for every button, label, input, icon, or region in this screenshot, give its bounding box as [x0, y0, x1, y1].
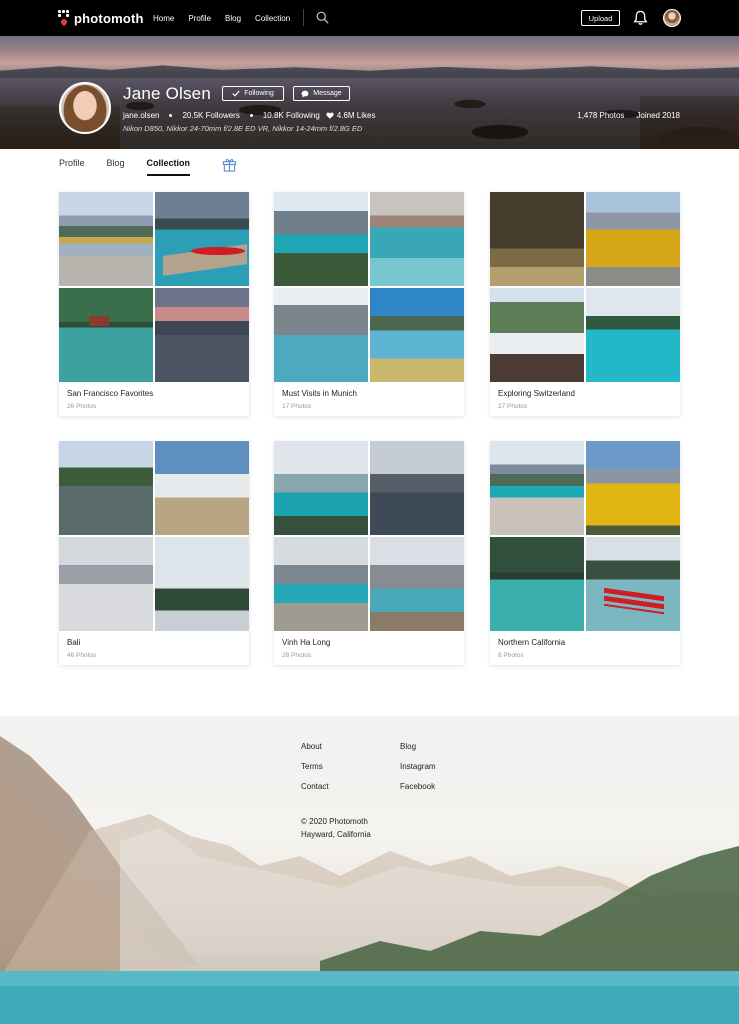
tab-blog[interactable]: Blog	[107, 158, 125, 174]
profile-username: jane.olsen	[123, 111, 160, 120]
bell-icon[interactable]	[633, 10, 648, 26]
collection-photo[interactable]	[274, 192, 368, 286]
collection-count: 28 Photos	[282, 652, 312, 659]
message-button[interactable]: Message	[293, 86, 350, 101]
collection-card[interactable]: Northern California 8 Photos	[490, 441, 680, 665]
footer-links-col1: About Terms Contact	[301, 742, 329, 791]
profile-stats: jane.olsen 20.5K Followers 10.8K Followi…	[123, 111, 375, 120]
brand-name: photomoth	[74, 10, 144, 26]
gift-icon[interactable]	[222, 157, 237, 172]
search-icon[interactable]	[316, 11, 329, 24]
tab-collection[interactable]: Collection	[146, 158, 191, 176]
nav-link-home[interactable]: Home	[153, 14, 174, 23]
footer-mountain-image	[0, 736, 739, 1024]
chat-bubble-icon	[301, 90, 309, 97]
location-text: Hayward, California	[301, 830, 371, 839]
collection-photo[interactable]	[155, 537, 249, 631]
collection-card[interactable]: San Francisco Favorites 26 Photos	[59, 192, 249, 416]
collection-photo[interactable]	[490, 441, 584, 535]
nav-link-profile[interactable]: Profile	[188, 14, 211, 23]
collection-photo[interactable]	[586, 192, 680, 286]
collection-card[interactable]: Exploring Switzerland 27 Photos	[490, 192, 680, 416]
check-icon	[232, 90, 240, 97]
collection-photo[interactable]	[490, 288, 584, 382]
collection-photo[interactable]	[274, 537, 368, 631]
collection-count: 26 Photos	[67, 403, 97, 410]
brand-logo[interactable]: photomoth	[58, 10, 144, 27]
user-avatar[interactable]	[663, 9, 681, 27]
profile-meta: 1,478 Photos Joined 2018	[577, 111, 680, 120]
copyright-text: © 2020 Photomoth	[301, 817, 368, 826]
photos-count: 1,478 Photos	[577, 111, 625, 120]
message-button-label: Message	[313, 90, 342, 97]
collection-title[interactable]: Exploring Switzerland	[498, 389, 575, 398]
following-button-label: Following	[244, 90, 274, 97]
collection-title[interactable]: Must Visits in Munich	[282, 389, 357, 398]
collection-photo[interactable]	[59, 192, 153, 286]
profile-cover	[0, 36, 739, 149]
collection-photo[interactable]	[370, 288, 464, 382]
joined-date: Joined 2018	[636, 111, 680, 120]
footer-link-terms[interactable]: Terms	[301, 762, 329, 771]
heart-icon	[326, 112, 334, 119]
collection-photo[interactable]	[59, 441, 153, 535]
collection-photo[interactable]	[274, 441, 368, 535]
collection-card[interactable]: Bali 46 Photos	[59, 441, 249, 665]
collection-photo[interactable]	[155, 288, 249, 382]
nav-link-blog[interactable]: Blog	[225, 14, 241, 23]
collection-title[interactable]: Vinh Ha Long	[282, 638, 330, 647]
followers-count[interactable]: 20.5K Followers	[182, 111, 239, 120]
footer-link-contact[interactable]: Contact	[301, 782, 329, 791]
collection-photo[interactable]	[59, 288, 153, 382]
collection-photo[interactable]	[490, 537, 584, 631]
footer	[0, 716, 739, 1024]
following-count[interactable]: 10.8K Following	[263, 111, 320, 120]
collection-photo[interactable]	[370, 441, 464, 535]
collection-photo[interactable]	[586, 441, 680, 535]
upload-button[interactable]: Upload	[581, 10, 620, 26]
collection-card[interactable]: Must Visits in Munich 17 Photos	[274, 192, 464, 416]
photomoth-logo-icon	[58, 10, 70, 27]
collection-count: 27 Photos	[498, 403, 528, 410]
collection-count: 17 Photos	[282, 403, 312, 410]
profile-name: Jane Olsen	[123, 84, 211, 103]
collection-title[interactable]: San Francisco Favorites	[67, 389, 153, 398]
footer-link-blog[interactable]: Blog	[400, 742, 436, 751]
footer-copyright: © 2020 Photomoth Hayward, California	[301, 815, 371, 841]
collection-photo[interactable]	[59, 537, 153, 631]
likes-count: 4.6M Likes	[336, 111, 376, 120]
footer-link-instagram[interactable]: Instagram	[400, 762, 436, 771]
nav-link-collection[interactable]: Collection	[255, 14, 290, 23]
top-navbar: photomoth Home Profile Blog Collection U…	[0, 0, 739, 36]
camera-gear: Nikon D850, Nikkor 24-70mm f/2.8E ED VR,…	[123, 124, 363, 133]
footer-link-facebook[interactable]: Facebook	[400, 782, 436, 791]
collection-photo[interactable]	[370, 537, 464, 631]
collection-card[interactable]: Vinh Ha Long 28 Photos	[274, 441, 464, 665]
following-button[interactable]: Following	[222, 86, 284, 101]
profile-tabs: Profile Blog Collection	[59, 158, 212, 178]
profile-avatar	[59, 82, 111, 134]
footer-links-col2: Blog Instagram Facebook	[400, 742, 436, 791]
collection-photo[interactable]	[274, 288, 368, 382]
nav-divider	[303, 9, 304, 26]
footer-link-about[interactable]: About	[301, 742, 329, 751]
collection-title[interactable]: Bali	[67, 638, 80, 647]
collection-photo[interactable]	[586, 537, 680, 631]
collection-photo[interactable]	[370, 192, 464, 286]
collection-photo[interactable]	[586, 288, 680, 382]
nav-links: Home Profile Blog Collection	[153, 0, 290, 36]
collection-title[interactable]: Northern California	[498, 638, 565, 647]
collection-photo[interactable]	[155, 441, 249, 535]
collection-count: 46 Photos	[67, 652, 97, 659]
collection-photo[interactable]	[490, 192, 584, 286]
collection-count: 8 Photos	[498, 652, 524, 659]
collection-photo[interactable]	[155, 192, 249, 286]
tab-profile[interactable]: Profile	[59, 158, 85, 174]
